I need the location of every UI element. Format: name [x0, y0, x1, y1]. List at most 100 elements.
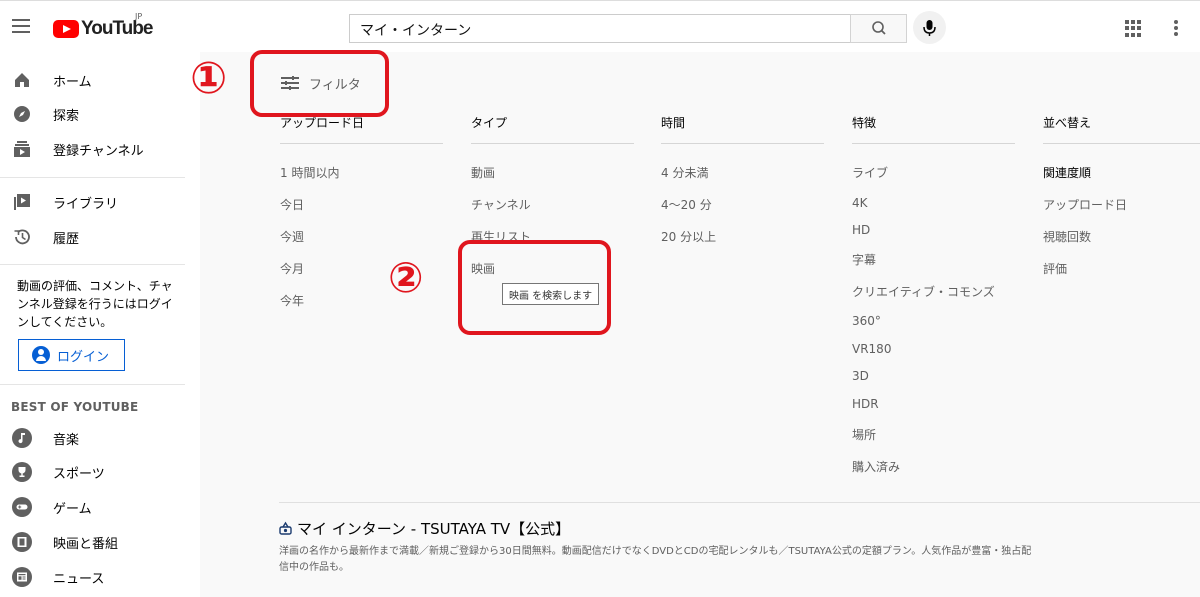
- filter-column-upload-date: アップロード日 1 時間以内 今日 今週 今月 今年: [280, 114, 443, 308]
- microphone-icon: [923, 20, 936, 36]
- sidebar-item-subscriptions[interactable]: 登録チャンネル: [0, 132, 200, 166]
- news-icon: [12, 567, 32, 587]
- filter-column-divider: [661, 143, 824, 144]
- sort-option-relevance[interactable]: 関連度順: [1043, 164, 1091, 181]
- voice-search-button[interactable]: [913, 11, 946, 44]
- search-icon: [872, 21, 886, 35]
- sidebar-item-label: ゲーム: [53, 501, 92, 517]
- sidebar-item-music[interactable]: 音楽: [0, 421, 200, 455]
- filter-option-under-4-min[interactable]: 4 分未満: [661, 164, 708, 181]
- sidebar-item-gaming[interactable]: ゲーム: [0, 490, 200, 524]
- filter-column-divider: [471, 143, 634, 144]
- filter-column-divider: [852, 143, 1015, 144]
- sidebar-item-news[interactable]: ニュース: [0, 560, 200, 594]
- filter-column-divider: [280, 143, 443, 144]
- sidebar-item-movies[interactable]: 映画と番組: [0, 525, 200, 559]
- gamepad-icon: [12, 497, 32, 517]
- filter-option-location[interactable]: 場所: [852, 426, 876, 443]
- more-options-icon[interactable]: [1174, 20, 1178, 36]
- history-icon: [14, 229, 30, 245]
- filter-column-title: アップロード日: [280, 116, 365, 130]
- login-message: 動画の評価、コメント、チャンネル登録を行うにはログインしてください。: [17, 279, 173, 329]
- filter-option-hdr[interactable]: HDR: [852, 397, 879, 411]
- filter-option-channel[interactable]: チャンネル: [471, 196, 531, 213]
- search-button[interactable]: [850, 14, 907, 43]
- sidebar-item-label: ライブラリ: [53, 196, 119, 212]
- sidebar-item-history[interactable]: 履歴: [0, 220, 200, 254]
- results-divider: [279, 502, 1200, 503]
- filter-option-vr180[interactable]: VR180: [852, 342, 891, 356]
- sidebar: ホーム 探索 登録チャンネル ライブラリ 履歴 動画の評価、コメント、チャンネル…: [0, 56, 200, 597]
- sidebar-item-label: 音楽: [53, 432, 80, 448]
- sidebar-item-label: ニュース: [53, 571, 105, 587]
- filter-option-4k[interactable]: 4K: [852, 196, 868, 210]
- sidebar-item-label: ホーム: [53, 74, 92, 90]
- result-description: 洋画の名作から最新作まで満載／新規ご登録から30日間無料。動画配信だけでなくDV…: [279, 546, 1032, 573]
- sidebar-divider: [0, 384, 185, 385]
- youtube-play-icon: [53, 20, 79, 38]
- annotation-number-2: ②: [388, 253, 424, 302]
- filter-option-creative-commons[interactable]: クリエイティブ・コモンズ: [852, 283, 995, 300]
- home-icon: [15, 73, 29, 87]
- region-label: JP: [135, 12, 143, 21]
- compass-icon: [14, 106, 30, 122]
- filter-column-duration: 時間 4 分未満 4～20 分 20 分以上: [661, 114, 824, 244]
- logo-text: YouTube: [81, 18, 153, 39]
- filter-option-last-hour[interactable]: 1 時間以内: [280, 164, 339, 181]
- filter-column-features: 特徴 ライブ 4K HD 字幕 クリエイティブ・コモンズ 360° VR180 …: [852, 114, 1015, 474]
- subscriptions-icon: [14, 141, 30, 157]
- login-button[interactable]: ログイン: [18, 339, 125, 371]
- sidebar-item-library[interactable]: ライブラリ: [0, 185, 200, 219]
- tsutaya-logo-icon: [279, 521, 292, 535]
- filter-option-this-week[interactable]: 今週: [280, 228, 304, 245]
- sidebar-divider: [0, 177, 185, 178]
- filter-column-divider: [1043, 143, 1200, 144]
- best-of-youtube-heading: BEST OF YOUTUBE: [11, 400, 139, 414]
- top-bar: YouTube JP マイ・インターン: [0, 0, 1200, 56]
- filter-column-title: 時間: [661, 116, 686, 130]
- result-title: マイ インターン - TSUTAYA TV【公式】: [297, 520, 571, 538]
- sort-option-upload-date[interactable]: アップロード日: [1043, 196, 1127, 213]
- sort-option-rating[interactable]: 評価: [1043, 260, 1067, 277]
- hamburger-menu-icon[interactable]: [12, 19, 30, 33]
- filter-column-title: タイプ: [471, 116, 508, 130]
- filter-option-subtitles[interactable]: 字幕: [852, 251, 876, 268]
- account-circle-icon: [32, 346, 50, 364]
- filter-option-this-month[interactable]: 今月: [280, 260, 304, 277]
- result-title-link[interactable]: マイ インターン - TSUTAYA TV【公式】: [279, 518, 570, 539]
- sidebar-item-label: 探索: [53, 108, 80, 124]
- film-icon: [12, 532, 32, 552]
- search-input[interactable]: マイ・インターン: [349, 14, 851, 43]
- sidebar-item-label: 登録チャンネル: [53, 143, 144, 159]
- sidebar-item-label: 映画と番組: [53, 536, 119, 552]
- filter-column-title: 特徴: [852, 116, 877, 130]
- annotation-box-filter: [250, 50, 389, 117]
- filter-option-3d[interactable]: 3D: [852, 369, 869, 383]
- filter-option-video[interactable]: 動画: [471, 164, 495, 181]
- filter-column-sort: 並べ替え 関連度順 アップロード日 視聴回数 評価: [1043, 114, 1200, 276]
- search-results-area: フィルタ アップロード日 1 時間以内 今日 今週 今月 今年 タイプ 動画 チ…: [200, 52, 1200, 597]
- filter-option-purchased[interactable]: 購入済み: [852, 458, 900, 475]
- filter-column-title: 並べ替え: [1043, 116, 1092, 130]
- annotation-box-movie: [458, 240, 611, 335]
- apps-grid-icon[interactable]: [1125, 20, 1142, 37]
- annotation-number-1: ①: [190, 53, 228, 104]
- library-icon: [14, 194, 30, 210]
- filter-option-360[interactable]: 360°: [852, 314, 881, 328]
- filter-option-this-year[interactable]: 今年: [280, 292, 304, 309]
- filter-column-type: タイプ 動画 チャンネル 再生リスト 映画: [471, 114, 634, 276]
- filter-option-4-20-min[interactable]: 4～20 分: [661, 196, 712, 213]
- trophy-icon: [12, 462, 32, 482]
- sidebar-item-explore[interactable]: 探索: [0, 97, 200, 131]
- sidebar-item-sports[interactable]: スポーツ: [0, 455, 200, 489]
- filter-option-live[interactable]: ライブ: [852, 164, 888, 181]
- sort-option-view-count[interactable]: 視聴回数: [1043, 228, 1091, 245]
- filter-option-today[interactable]: 今日: [280, 196, 304, 213]
- youtube-logo[interactable]: YouTube: [53, 18, 153, 40]
- login-button-label: ログイン: [57, 349, 110, 365]
- filter-option-hd[interactable]: HD: [852, 223, 870, 237]
- sidebar-item-label: スポーツ: [53, 466, 105, 482]
- sidebar-item-home[interactable]: ホーム: [0, 63, 200, 97]
- sidebar-item-label: 履歴: [53, 231, 80, 247]
- filter-option-over-20-min[interactable]: 20 分以上: [661, 228, 716, 245]
